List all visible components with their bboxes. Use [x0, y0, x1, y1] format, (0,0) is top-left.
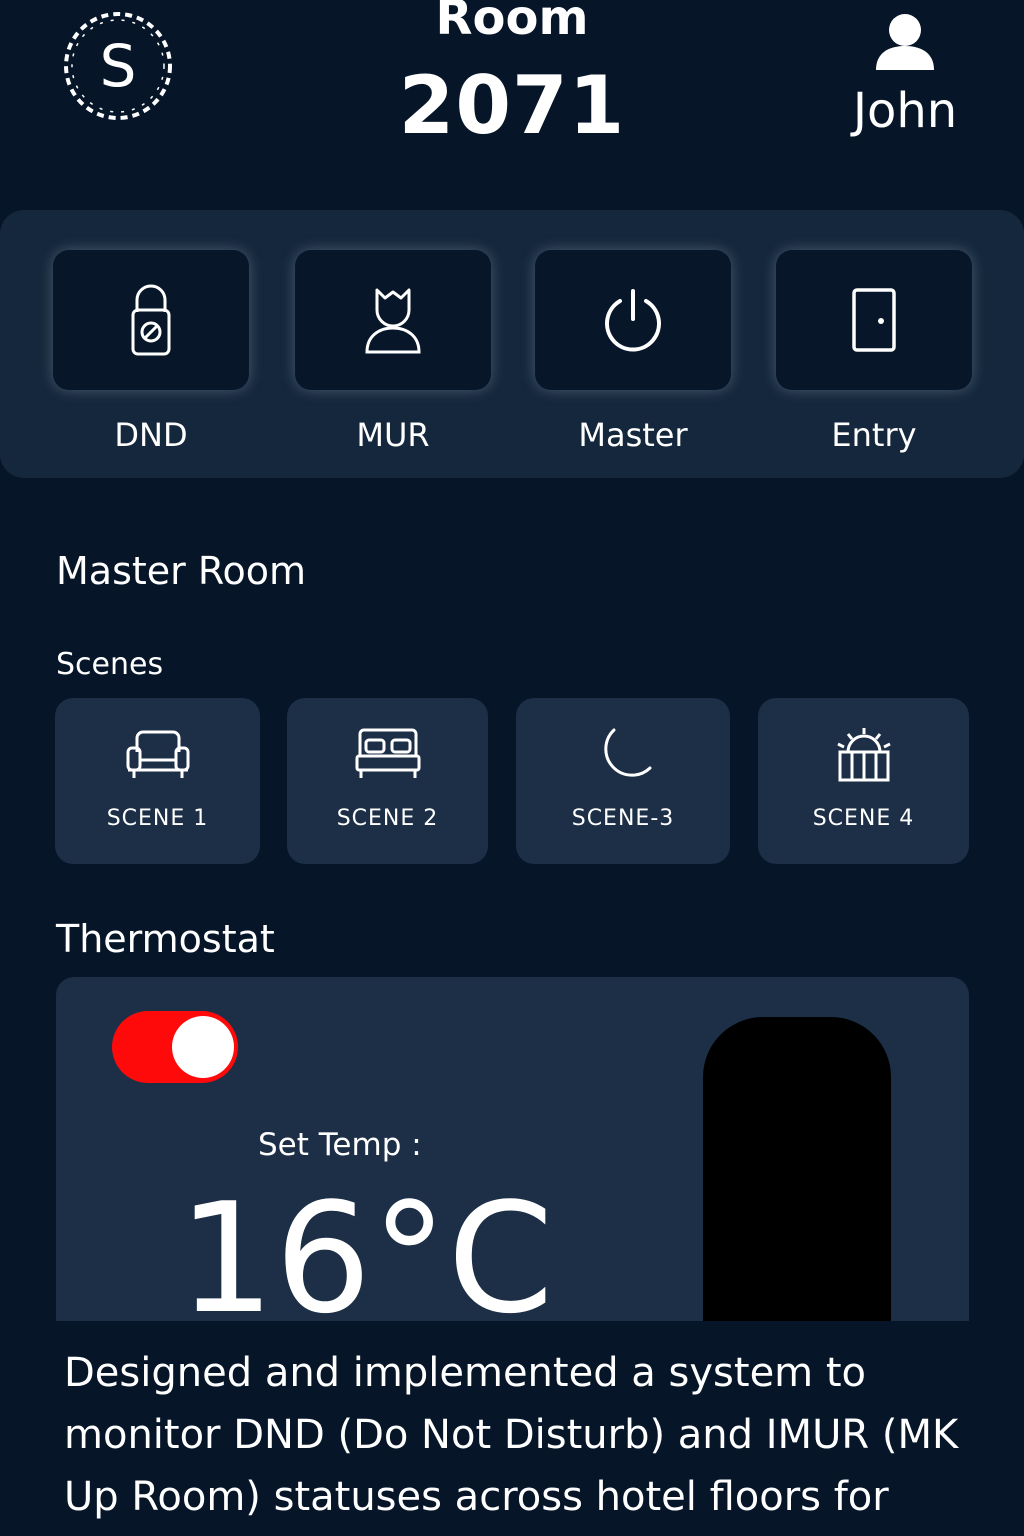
- dnd-label: DND: [114, 416, 188, 454]
- section-title-master-room: Master Room: [56, 549, 307, 593]
- room-status-panel: DND MUR Master Entry: [0, 210, 1024, 478]
- moon-icon: [604, 728, 652, 777]
- room-label: Room: [435, 0, 589, 46]
- set-temp-label: Set Temp :: [258, 1127, 422, 1163]
- dnd-lock-icon: [131, 284, 171, 356]
- door-icon: [852, 288, 896, 352]
- scene-3-label: SCENE-3: [571, 806, 675, 831]
- sunrise-icon: [836, 728, 891, 782]
- thermostat-title: Thermostat: [56, 917, 275, 961]
- master-button[interactable]: [535, 250, 731, 390]
- scene-4-label: SCENE 4: [812, 806, 915, 831]
- sofa-icon: [126, 730, 189, 778]
- master-label: Master: [578, 416, 688, 454]
- scene-1-label: SCENE 1: [106, 806, 209, 831]
- entry-button[interactable]: [776, 250, 972, 390]
- power-icon: [605, 289, 661, 352]
- toggle-knob: [172, 1016, 234, 1078]
- thermostat-card: Set Temp : 16°C: [56, 977, 969, 1377]
- mur-button[interactable]: [295, 250, 491, 390]
- scene-2-label: SCENE 2: [336, 806, 439, 831]
- entry-label: Entry: [831, 416, 917, 454]
- scenes-title: Scenes: [56, 647, 164, 682]
- scene-2-button[interactable]: SCENE 2: [287, 698, 488, 864]
- description-caption: Designed and implemented a system to mon…: [64, 1350, 959, 1520]
- housekeeping-person-icon: [365, 288, 421, 354]
- temperature-value: 16°C: [178, 1170, 554, 1347]
- thermostat-power-toggle[interactable]: [112, 1011, 238, 1083]
- user-name[interactable]: John: [820, 82, 990, 140]
- scene-4-button[interactable]: SCENE 4: [758, 698, 969, 864]
- user-icon[interactable]: [872, 12, 938, 74]
- scene-1-button[interactable]: SCENE 1: [55, 698, 260, 864]
- scene-3-button[interactable]: SCENE-3: [516, 698, 730, 864]
- dnd-button[interactable]: [53, 250, 249, 390]
- mur-label: MUR: [356, 416, 430, 454]
- bed-icon: [355, 728, 420, 778]
